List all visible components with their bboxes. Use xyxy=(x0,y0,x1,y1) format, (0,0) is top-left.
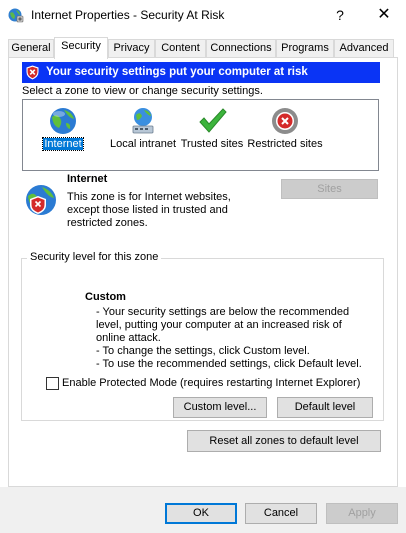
close-button[interactable]: ✕ xyxy=(371,4,397,26)
zone-local-intranet[interactable]: Local intranet xyxy=(103,100,183,170)
shield-x-icon xyxy=(26,65,39,80)
protected-mode-checkbox[interactable] xyxy=(46,377,59,390)
level-desc-line: - To use the recommended settings, click… xyxy=(96,358,362,370)
tab-advanced[interactable]: Advanced xyxy=(334,39,394,58)
tab-privacy[interactable]: Privacy xyxy=(108,39,155,58)
apply-button[interactable]: Apply xyxy=(326,503,398,524)
help-button[interactable]: ? xyxy=(327,4,353,26)
intranet-icon xyxy=(132,108,154,134)
reset-all-zones-button[interactable]: Reset all zones to default level xyxy=(187,430,381,452)
security-level-name: Custom xyxy=(85,291,126,303)
zone-label-trusted-sites: Trusted sites xyxy=(180,138,244,150)
zone-label-internet: Internet xyxy=(42,137,84,151)
sites-button[interactable]: Sites xyxy=(281,179,378,199)
tab-programs[interactable]: Programs xyxy=(276,39,334,58)
protected-mode-label[interactable]: Enable Protected Mode (requires restarti… xyxy=(62,377,360,389)
globe-icon xyxy=(50,108,76,134)
default-level-button[interactable]: Default level xyxy=(277,397,373,418)
level-desc-line: online attack. xyxy=(96,332,161,344)
internet-zone-icon xyxy=(26,185,56,215)
zone-label-restricted-sites: Restricted sites xyxy=(247,138,323,150)
level-desc-line: - Your security settings are below the r… xyxy=(96,306,350,318)
tab-content[interactable]: Content xyxy=(155,39,206,58)
security-risk-banner: Your security settings put your computer… xyxy=(22,62,380,83)
zone-list[interactable]: Internet Local intranet Trusted sites Re… xyxy=(22,99,379,171)
zone-description: This zone is for Internet websites, exce… xyxy=(67,191,231,229)
tab-security[interactable]: Security xyxy=(54,37,108,59)
zone-label-local-intranet: Local intranet xyxy=(109,138,177,150)
security-level-description: - Your security settings are below the r… xyxy=(96,306,376,371)
cancel-button[interactable]: Cancel xyxy=(245,503,317,524)
title-bar: Internet Properties - Security At Risk ?… xyxy=(0,0,406,30)
dialog-footer: OK Cancel Apply xyxy=(0,487,406,533)
zone-restricted-sites[interactable]: Restricted sites xyxy=(245,100,325,170)
tab-strip: General Security Privacy Content Connect… xyxy=(8,37,396,59)
zone-prompt: Select a zone to view or change security… xyxy=(22,85,263,97)
restricted-icon xyxy=(272,108,298,134)
zone-internet[interactable]: Internet xyxy=(23,100,103,170)
tab-connections[interactable]: Connections xyxy=(206,39,276,58)
checkmark-icon xyxy=(199,108,227,133)
level-desc-line: - To change the settings, click Custom l… xyxy=(96,345,310,357)
banner-text: Your security settings put your computer… xyxy=(46,66,308,78)
window-title: Internet Properties - Security At Risk xyxy=(31,8,225,22)
zone-trusted-sites[interactable]: Trusted sites xyxy=(172,100,252,170)
ok-button[interactable]: OK xyxy=(165,503,237,524)
security-level-group-title: Security level for this zone xyxy=(27,251,162,263)
zone-name: Internet xyxy=(67,173,108,185)
internet-properties-icon xyxy=(8,8,24,23)
tab-general[interactable]: General xyxy=(8,39,54,58)
custom-level-button[interactable]: Custom level... xyxy=(173,397,267,418)
level-desc-line: level, putting your computer at an incre… xyxy=(96,319,342,331)
